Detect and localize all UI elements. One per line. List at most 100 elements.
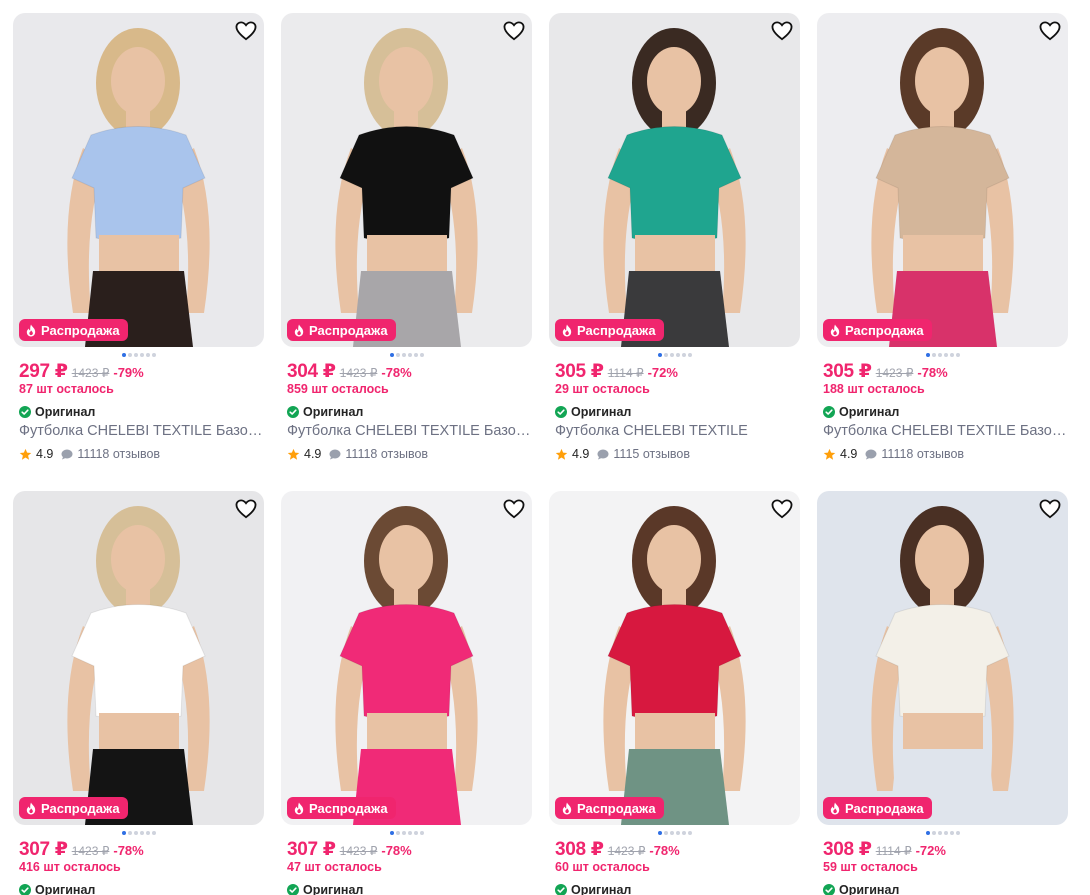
favorite-heart-icon[interactable]: [1036, 495, 1064, 523]
pager-dot[interactable]: [657, 353, 662, 357]
pager-dot[interactable]: [663, 353, 668, 357]
photo-pager-dots[interactable]: [281, 350, 532, 360]
pager-dot[interactable]: [395, 353, 400, 357]
pager-dot[interactable]: [127, 353, 132, 357]
pager-dot[interactable]: [121, 831, 126, 835]
reviews-count[interactable]: 11118 отзывов: [77, 447, 160, 461]
pager-dot[interactable]: [943, 353, 948, 357]
product-photo[interactable]: Распродажа: [549, 13, 800, 347]
favorite-heart-icon[interactable]: [232, 495, 260, 523]
pager-dot[interactable]: [395, 831, 400, 835]
pager-dot[interactable]: [151, 353, 156, 357]
rating-row: 4.9 1115 отзывов: [549, 445, 800, 463]
pager-dot[interactable]: [145, 353, 150, 357]
pager-dot[interactable]: [657, 831, 662, 835]
product-photo[interactable]: Распродажа: [13, 13, 264, 347]
pager-dot[interactable]: [943, 831, 948, 835]
old-price: 1423 ₽: [339, 366, 378, 380]
product-card[interactable]: Распродажа 307 ₽1423 ₽ -78% 47 шт осталось О…: [281, 491, 532, 895]
pager-dot[interactable]: [687, 831, 692, 835]
favorite-heart-icon[interactable]: [768, 17, 796, 45]
price-row: 308 ₽1423 ₽ -78%: [549, 838, 800, 860]
product-photo[interactable]: Распродажа: [817, 13, 1068, 347]
pager-dot[interactable]: [931, 353, 936, 357]
fire-icon: [294, 801, 304, 815]
reviews-count[interactable]: 1115 отзывов: [613, 447, 690, 461]
pager-dot[interactable]: [407, 831, 412, 835]
pager-dot[interactable]: [931, 831, 936, 835]
pager-dot[interactable]: [675, 831, 680, 835]
product-card[interactable]: Распродажа 305 ₽1423 ₽ -78% 188 шт осталось…: [817, 13, 1068, 463]
discount-percent: -78%: [649, 843, 680, 858]
product-title[interactable]: Футболка CHELEBI TEXTILE: [549, 423, 800, 443]
pager-dot[interactable]: [925, 353, 930, 357]
product-card[interactable]: Распродажа 308 ₽1423 ₽ -78% 60 шт осталось О…: [549, 491, 800, 895]
original-text: Оригинал: [571, 404, 632, 419]
price-row: 305 ₽1423 ₽ -78%: [817, 360, 1068, 382]
product-card[interactable]: Распродажа 307 ₽1423 ₽ -78% 416 шт осталось…: [13, 491, 264, 895]
old-price: 1114 ₽: [607, 366, 644, 380]
product-photo[interactable]: Распродажа: [817, 491, 1068, 825]
photo-pager-dots[interactable]: [817, 350, 1068, 360]
photo-pager-dots[interactable]: [549, 350, 800, 360]
pager-dot[interactable]: [133, 353, 138, 357]
pager-dot[interactable]: [127, 831, 132, 835]
fire-icon: [26, 323, 36, 337]
product-photo[interactable]: Распродажа: [549, 491, 800, 825]
product-photo[interactable]: Распродажа: [281, 13, 532, 347]
pager-dot[interactable]: [681, 831, 686, 835]
pager-dot[interactable]: [675, 353, 680, 357]
pager-dot[interactable]: [133, 831, 138, 835]
product-card[interactable]: Распродажа 304 ₽1423 ₽ -78% 859 шт осталось…: [281, 13, 532, 463]
pager-dot[interactable]: [681, 353, 686, 357]
pager-dot[interactable]: [413, 353, 418, 357]
pager-dot[interactable]: [145, 831, 150, 835]
favorite-heart-icon[interactable]: [1036, 17, 1064, 45]
favorite-heart-icon[interactable]: [232, 17, 260, 45]
pager-dot[interactable]: [937, 831, 942, 835]
pager-dot[interactable]: [413, 831, 418, 835]
pager-dot[interactable]: [151, 831, 156, 835]
photo-pager-dots[interactable]: [13, 828, 264, 838]
pager-dot[interactable]: [949, 353, 954, 357]
pager-dot[interactable]: [407, 353, 412, 357]
photo-pager-dots[interactable]: [13, 350, 264, 360]
product-card[interactable]: Распродажа 305 ₽1114 ₽ -72% 29 шт осталось О…: [549, 13, 800, 463]
check-circle-icon: [287, 883, 299, 895]
pager-dot[interactable]: [687, 353, 692, 357]
pager-dot[interactable]: [669, 353, 674, 357]
product-title[interactable]: Футболка CHELEBI TEXTILE Базовая: [13, 423, 264, 443]
product-card[interactable]: Распродажа 308 ₽1114 ₽ -72% 59 шт осталось О…: [817, 491, 1068, 895]
pager-dot[interactable]: [401, 831, 406, 835]
photo-pager-dots[interactable]: [549, 828, 800, 838]
favorite-heart-icon[interactable]: [500, 17, 528, 45]
sale-badge-label: Распродажа: [845, 800, 924, 816]
product-title[interactable]: Футболка CHELEBI TEXTILE Базовая: [281, 423, 532, 443]
photo-pager-dots[interactable]: [281, 828, 532, 838]
product-photo[interactable]: Распродажа: [281, 491, 532, 825]
reviews-count[interactable]: 11118 отзывов: [345, 447, 428, 461]
reviews-count[interactable]: 11118 отзывов: [881, 447, 964, 461]
pager-dot[interactable]: [389, 353, 394, 357]
pager-dot[interactable]: [139, 353, 144, 357]
sale-badge: Распродажа: [19, 797, 128, 819]
pager-dot[interactable]: [419, 831, 424, 835]
pager-dot[interactable]: [121, 353, 126, 357]
product-card[interactable]: Распродажа 297 ₽1423 ₽ -79% 87 шт осталось О…: [13, 13, 264, 463]
pager-dot[interactable]: [401, 353, 406, 357]
pager-dot[interactable]: [139, 831, 144, 835]
pager-dot[interactable]: [937, 353, 942, 357]
favorite-heart-icon[interactable]: [768, 495, 796, 523]
pager-dot[interactable]: [663, 831, 668, 835]
product-photo[interactable]: Распродажа: [13, 491, 264, 825]
pager-dot[interactable]: [669, 831, 674, 835]
photo-pager-dots[interactable]: [817, 828, 1068, 838]
pager-dot[interactable]: [925, 831, 930, 835]
pager-dot[interactable]: [419, 353, 424, 357]
product-title[interactable]: Футболка CHELEBI TEXTILE Базовая: [817, 423, 1068, 443]
pager-dot[interactable]: [955, 353, 960, 357]
pager-dot[interactable]: [389, 831, 394, 835]
favorite-heart-icon[interactable]: [500, 495, 528, 523]
pager-dot[interactable]: [955, 831, 960, 835]
pager-dot[interactable]: [949, 831, 954, 835]
